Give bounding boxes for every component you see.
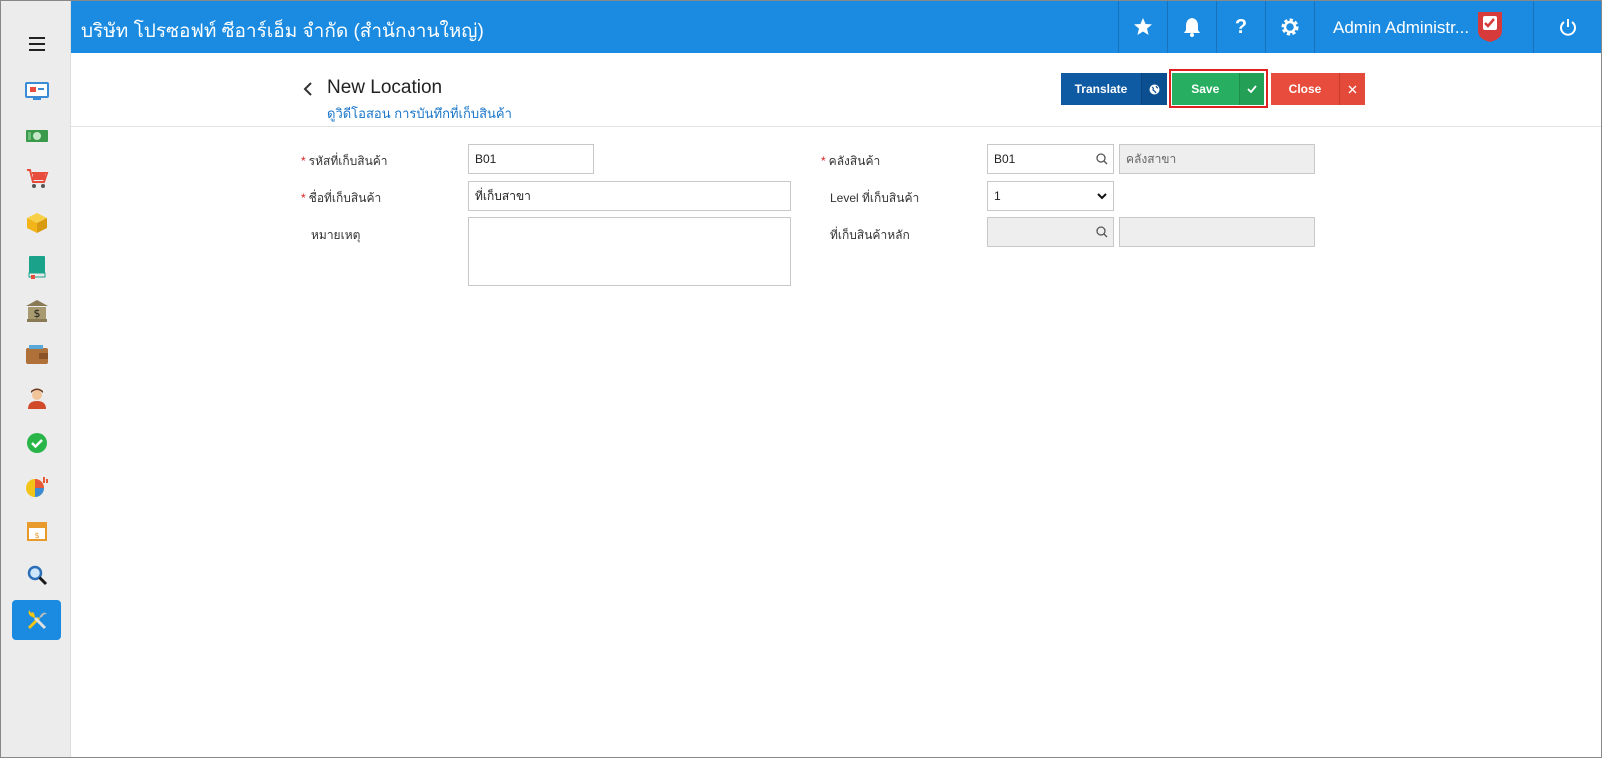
tools-icon[interactable] <box>12 600 61 640</box>
star-icon[interactable] <box>1118 1 1167 53</box>
tutorial-video-link[interactable]: ดูวิดีโอสอน การบันทึกที่เก็บสินค้า <box>327 103 512 124</box>
chevron-down-icon <box>1097 189 1107 203</box>
close-icon <box>1339 73 1365 105</box>
book-icon[interactable] <box>25 255 49 279</box>
wallet-icon[interactable] <box>25 343 49 367</box>
translate-button[interactable]: Translate <box>1061 73 1167 105</box>
settings-icon[interactable] <box>1265 1 1314 53</box>
dashboard-icon[interactable] <box>25 79 49 103</box>
level-label: Level ที่เก็บสินค้า <box>830 191 920 205</box>
money-icon[interactable] <box>25 124 49 148</box>
cart-icon[interactable] <box>25 167 49 191</box>
person-icon[interactable] <box>25 387 49 411</box>
power-icon[interactable] <box>1533 1 1601 53</box>
location-code-label: * รหัสที่เก็บสินค้า <box>301 154 388 168</box>
top-header: บริษัท โปรซอฟท์ ซีอาร์เอ็ม จำกัด (สำนักง… <box>71 1 1601 53</box>
menu-icon[interactable] <box>29 37 45 51</box>
globe-icon <box>1141 73 1167 105</box>
app-logo-icon <box>1475 9 1505 43</box>
bank-icon[interactable]: $ <box>25 299 49 323</box>
remark-label: หมายเหตุ <box>311 228 361 242</box>
parent-location-code-input[interactable] <box>987 217 1114 247</box>
box-icon[interactable] <box>25 211 49 235</box>
pie-chart-icon[interactable] <box>25 475 49 499</box>
close-button[interactable]: Close <box>1271 73 1365 105</box>
translate-label: Translate <box>1074 82 1128 96</box>
sidebar: $ $ <box>1 1 71 757</box>
save-label: Save <box>1191 82 1220 96</box>
check-icon <box>1238 73 1264 105</box>
remark-textarea[interactable] <box>468 217 791 286</box>
check-circle-icon[interactable] <box>25 431 49 455</box>
close-label: Close <box>1288 82 1322 96</box>
svg-text:$: $ <box>34 531 39 540</box>
location-name-input[interactable]: ที่เก็บสาขา <box>468 181 791 211</box>
save-button[interactable]: Save <box>1172 73 1264 105</box>
page-title: New Location <box>327 77 443 98</box>
warehouse-code-input[interactable]: B01 <box>987 144 1114 174</box>
company-name: บริษัท โปรซอฟท์ ซีอาร์เอ็ม จำกัด (สำนักง… <box>81 21 484 42</box>
svg-text:$: $ <box>34 307 41 320</box>
location-name-label: * ชื่อที่เก็บสินค้า <box>301 191 382 205</box>
help-icon[interactable]: ? <box>1216 1 1265 53</box>
warehouse-label: * คลังสินค้า <box>821 154 881 168</box>
parent-location-label: ที่เก็บสินค้าหลัก <box>830 228 910 242</box>
page-toolbar: New Location ดูวิดีโอสอน การบันทึกที่เก็… <box>71 53 1601 127</box>
warehouse-name-field: คลังสาขา <box>1119 144 1315 174</box>
calendar-icon[interactable]: $ <box>25 519 49 543</box>
back-icon[interactable] <box>303 82 313 101</box>
magnify-icon[interactable] <box>25 563 49 587</box>
user-name[interactable]: Admin Administr... <box>1333 18 1469 38</box>
bell-icon[interactable] <box>1167 1 1216 53</box>
parent-location-name-field <box>1119 217 1315 247</box>
location-code-input[interactable]: B01 <box>468 144 594 174</box>
search-icon[interactable] <box>1096 226 1108 241</box>
search-icon[interactable] <box>1096 153 1108 168</box>
level-select[interactable]: 1 <box>987 181 1114 211</box>
